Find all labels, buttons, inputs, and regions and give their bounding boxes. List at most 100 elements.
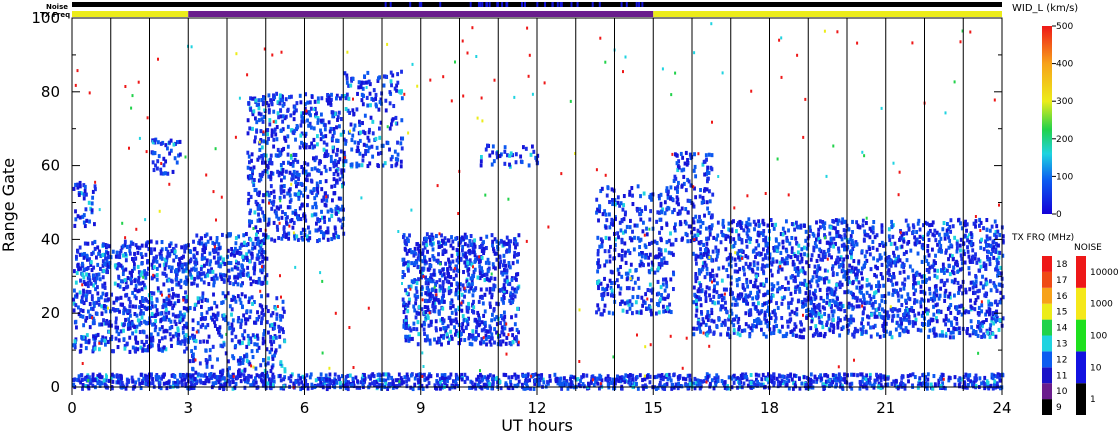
data-cell [433,337,436,342]
data-cell [269,184,273,189]
data-cell [217,246,221,251]
noise-segment [641,2,644,7]
data-cell [183,246,187,251]
data-cell [313,99,317,104]
data-cell [199,324,203,329]
data-cell [660,293,663,298]
data-cell [631,193,634,198]
data-cell [500,325,504,330]
data-cell [117,274,121,279]
data-cell [640,295,644,300]
data-cell [468,248,471,253]
data-cell [157,154,161,159]
data-cell [258,261,262,266]
data-cell [657,252,661,257]
data-cell [72,186,76,191]
data-cell [724,300,727,305]
data-cell [260,117,264,122]
data-cell [755,274,758,279]
data-cell [710,153,714,158]
data-cell [88,313,92,318]
data-cell [269,334,273,339]
data-cell [484,147,488,152]
data-cell [157,343,161,348]
data-cell [491,262,495,267]
data-cell [713,301,717,306]
data-cell [139,299,142,304]
data-cell [245,255,249,260]
data-cell [106,251,110,256]
data-cell [155,273,159,278]
data-cell [880,298,884,303]
data-cell [669,196,672,201]
data-cell [953,235,957,240]
data-cell [927,334,931,339]
data-cell [461,322,465,327]
data-cell [472,249,476,254]
data-cell [428,257,432,262]
data-cell [237,272,241,277]
data-cell [201,291,205,296]
data-cell [424,298,428,303]
data-cell [656,210,660,215]
data-cell [919,304,923,309]
data-cell [136,250,140,255]
data-cell [882,283,886,288]
data-cell [331,149,335,154]
data-cell [360,98,364,103]
data-cell [79,343,83,348]
data-cell [770,222,774,227]
data-cell [377,151,380,156]
data-cell [123,278,127,283]
data-cell [429,319,433,324]
data-cell [468,239,472,244]
data-cell [905,258,909,263]
data-cell [608,254,612,259]
data-cell [828,302,831,307]
data-cell [733,269,737,274]
data-cell [199,267,203,272]
data-cell [247,299,251,304]
data-cell [270,237,274,242]
data-cell [503,161,507,166]
data-cell [925,268,929,273]
data-cell [323,202,327,207]
data-cell [720,293,724,298]
data-cell [96,285,99,290]
data-cell [262,139,266,144]
data-cell [155,259,159,264]
data-cell [745,280,749,285]
data-cell [699,224,703,229]
data-cell [653,270,657,275]
data-cell [330,237,334,242]
data-cell [389,157,393,162]
data-cell [826,248,830,253]
data-cell [222,313,226,318]
data-cell [249,107,253,112]
data-cell [803,245,806,250]
data-cell [249,237,253,242]
data-cell [498,263,502,268]
data-cell [296,217,300,222]
data-cell [415,260,419,265]
data-cell [710,214,714,219]
data-cell [249,336,253,341]
data-cell [313,212,317,217]
data-cell [267,193,271,198]
data-cell [152,168,156,173]
data-cell [658,217,662,222]
data-cell [438,284,442,289]
data-cell [273,238,277,243]
data-cell [916,251,920,256]
data-cell [96,332,100,337]
data-cell [155,277,159,282]
data-cell [437,299,441,304]
data-cell [337,217,341,222]
data-cell [835,272,839,277]
data-cell [156,332,160,337]
data-cell [312,137,316,142]
data-cell [323,191,327,196]
data-cell [274,335,278,340]
data-cell [423,305,427,310]
data-cell [897,323,901,328]
